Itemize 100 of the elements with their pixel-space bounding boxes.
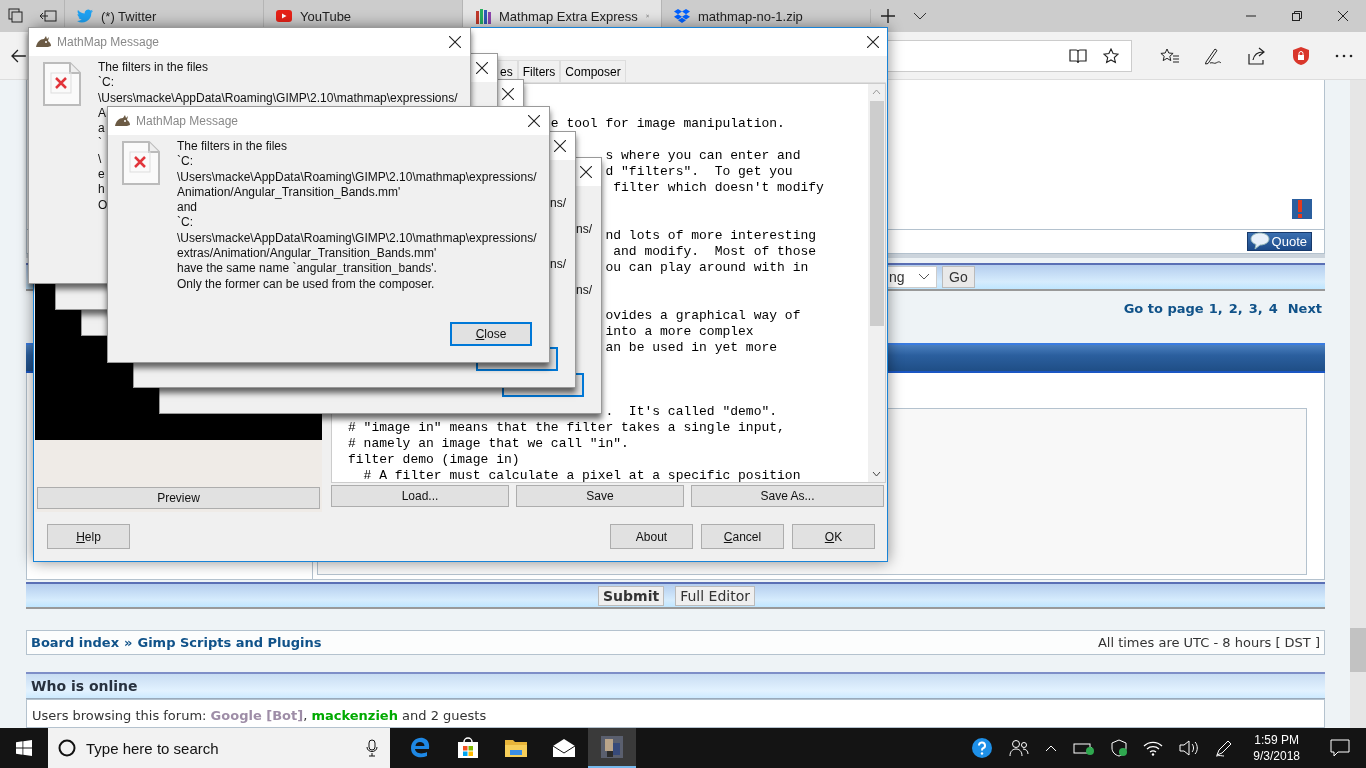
broken-file-icon: [42, 61, 82, 107]
next-link[interactable]: Next: [1287, 301, 1322, 317]
message-line: \Users\macke\AppData\Roaming\GIMP\2.10\mathmap\expressions/: [177, 230, 537, 245]
clock-time[interactable]: 1:59 PM: [1254, 732, 1299, 748]
page-separator: ,: [1257, 301, 1263, 317]
full-editor-button[interactable]: Full Editor: [675, 585, 755, 606]
message-line: have the same name `angular_transition_bands'.: [177, 261, 437, 276]
message-line: `C:: [98, 75, 114, 90]
message-line: a: [98, 121, 105, 136]
window-title: MathMap Message: [57, 35, 160, 49]
close-icon[interactable]: [867, 36, 879, 48]
code-line: # A filter must calculate a pixel at a specific position: [362, 468, 801, 482]
message-line: h: [98, 182, 105, 197]
dialog-button[interactable]: OK: [792, 524, 875, 549]
tab[interactable]: Filters: [517, 60, 561, 82]
submit-button[interactable]: Submit: [598, 585, 665, 606]
chevron-down-icon[interactable]: [913, 12, 927, 20]
gimp-app-icon[interactable]: [588, 728, 636, 768]
quote-button[interactable]: Quote: [1246, 231, 1312, 251]
code-line: an be used in yet more: [605, 340, 778, 356]
close-icon[interactable]: [554, 140, 566, 152]
section-title: Who is online: [31, 677, 138, 694]
go-button[interactable]: Go: [942, 265, 975, 288]
close-button[interactable]: Close: [450, 322, 532, 346]
code-line: # "image in" means that the filter takes a single input,: [348, 420, 785, 436]
close-icon[interactable]: [449, 36, 461, 48]
dialog-button[interactable]: About: [610, 524, 693, 549]
chevron-down-icon: [872, 471, 881, 477]
message-line: \Users\macke\AppData\Roaming\GIMP\2.10\mathmap\expressions/: [177, 169, 537, 184]
page-link[interactable]: 3: [1248, 301, 1258, 317]
message-line: \Users\macke\AppData\Roaming\GIMP\2.10\mathmap\expressions/: [98, 90, 458, 105]
code-line: e tool for image manipulation.: [550, 116, 785, 132]
page-link[interactable]: 2: [1228, 301, 1238, 317]
animal-icon: [34, 35, 52, 49]
pagination-label: Go to page: [1123, 301, 1204, 317]
scrollbar[interactable]: [1350, 80, 1366, 728]
page-link[interactable]: 1: [1208, 301, 1218, 317]
close-icon[interactable]: [580, 166, 592, 178]
search-field[interactable]: Type here to search: [48, 728, 390, 768]
code-line: s where you can enter and: [605, 148, 801, 164]
code-line: d "filters". To get you: [605, 164, 793, 180]
timezone-text: All times are UTC - 8 hours [ DST ]: [1097, 634, 1320, 650]
message-line: `C:: [177, 154, 193, 169]
close-icon[interactable]: [476, 62, 488, 74]
bird-icon: [77, 9, 93, 23]
speech-bubble-icon: [1249, 232, 1270, 251]
close-icon[interactable]: [502, 88, 514, 100]
window-title: MathMap Message: [136, 114, 239, 128]
page-link[interactable]: 4: [1268, 301, 1278, 317]
code-line: ou can play around with in: [605, 260, 809, 276]
message-line: `C:: [177, 215, 193, 230]
message-text: ns/: [550, 256, 566, 273]
play-icon: [276, 10, 292, 22]
code-line: ovides a graphical way of: [605, 308, 801, 324]
page-separator: ,: [1217, 301, 1223, 317]
breadcrumb-separator: »: [124, 634, 133, 650]
message-text: ns/: [576, 221, 592, 237]
code-line: into a more complex: [605, 324, 754, 340]
scrollbar[interactable]: [868, 84, 885, 482]
file-button[interactable]: Save: [516, 485, 684, 507]
code-line: # namely an image that we call "in".: [348, 436, 629, 452]
breadcrumb-link[interactable]: Board index: [31, 634, 120, 650]
message-line: The filters in the files: [98, 60, 209, 74]
message-line: extras/Animation/Angular_Transition_Bands.mm': [177, 246, 437, 261]
breadcrumb-link[interactable]: Gimp Scripts and Plugins: [137, 634, 322, 650]
message-line: The filters in the files: [177, 139, 288, 153]
circle-icon: [58, 739, 76, 757]
dialog-button[interactable]: Cancel: [701, 524, 784, 549]
close-icon[interactable]: [528, 115, 540, 127]
animal-icon: [113, 114, 131, 128]
microphone-icon[interactable]: [366, 739, 378, 757]
pencils-icon: [475, 8, 491, 24]
code-line: filter demo (image in): [348, 452, 520, 468]
code-line: and modify. Most of those: [613, 244, 817, 260]
code-line: nd lots of more interesting: [605, 228, 817, 244]
page-separator: ,: [1237, 301, 1243, 317]
message-line: e: [98, 167, 105, 182]
sort-select[interactable]: ng: [885, 265, 937, 288]
code-line: . It's called "demo".: [605, 404, 778, 420]
message-text: ns/: [576, 282, 592, 299]
message-line: O: [98, 197, 108, 212]
dropbox-icon: [674, 8, 690, 24]
message-line: \: [98, 151, 102, 166]
preview-button[interactable]: Preview: [37, 487, 320, 509]
file-button[interactable]: Save As...: [691, 485, 884, 507]
message-line: Only the former can be used from the composer.: [177, 276, 435, 291]
tab[interactable]: Composer: [560, 60, 626, 82]
clock-date[interactable]: 9/3/2018: [1253, 748, 1300, 764]
message-line: Animation/Angular_Transition_Bands.mm': [177, 184, 401, 199]
chevron-down-icon: [918, 273, 930, 281]
chevron-up-icon: [872, 89, 881, 95]
reading-view-icon[interactable]: [1069, 47, 1088, 64]
online-users-text: Users browsing this forum: Google [Bot], mackenzieh and 2 guests: [32, 707, 487, 723]
message-line: A: [98, 105, 106, 120]
file-button[interactable]: Load...: [331, 485, 509, 507]
star-icon[interactable]: [1103, 47, 1120, 64]
back-arrow-icon[interactable]: [10, 48, 26, 63]
broken-file-icon: [121, 140, 161, 186]
new-tab-icon[interactable]: [870, 9, 895, 23]
help-button[interactable]: Help: [47, 524, 130, 549]
